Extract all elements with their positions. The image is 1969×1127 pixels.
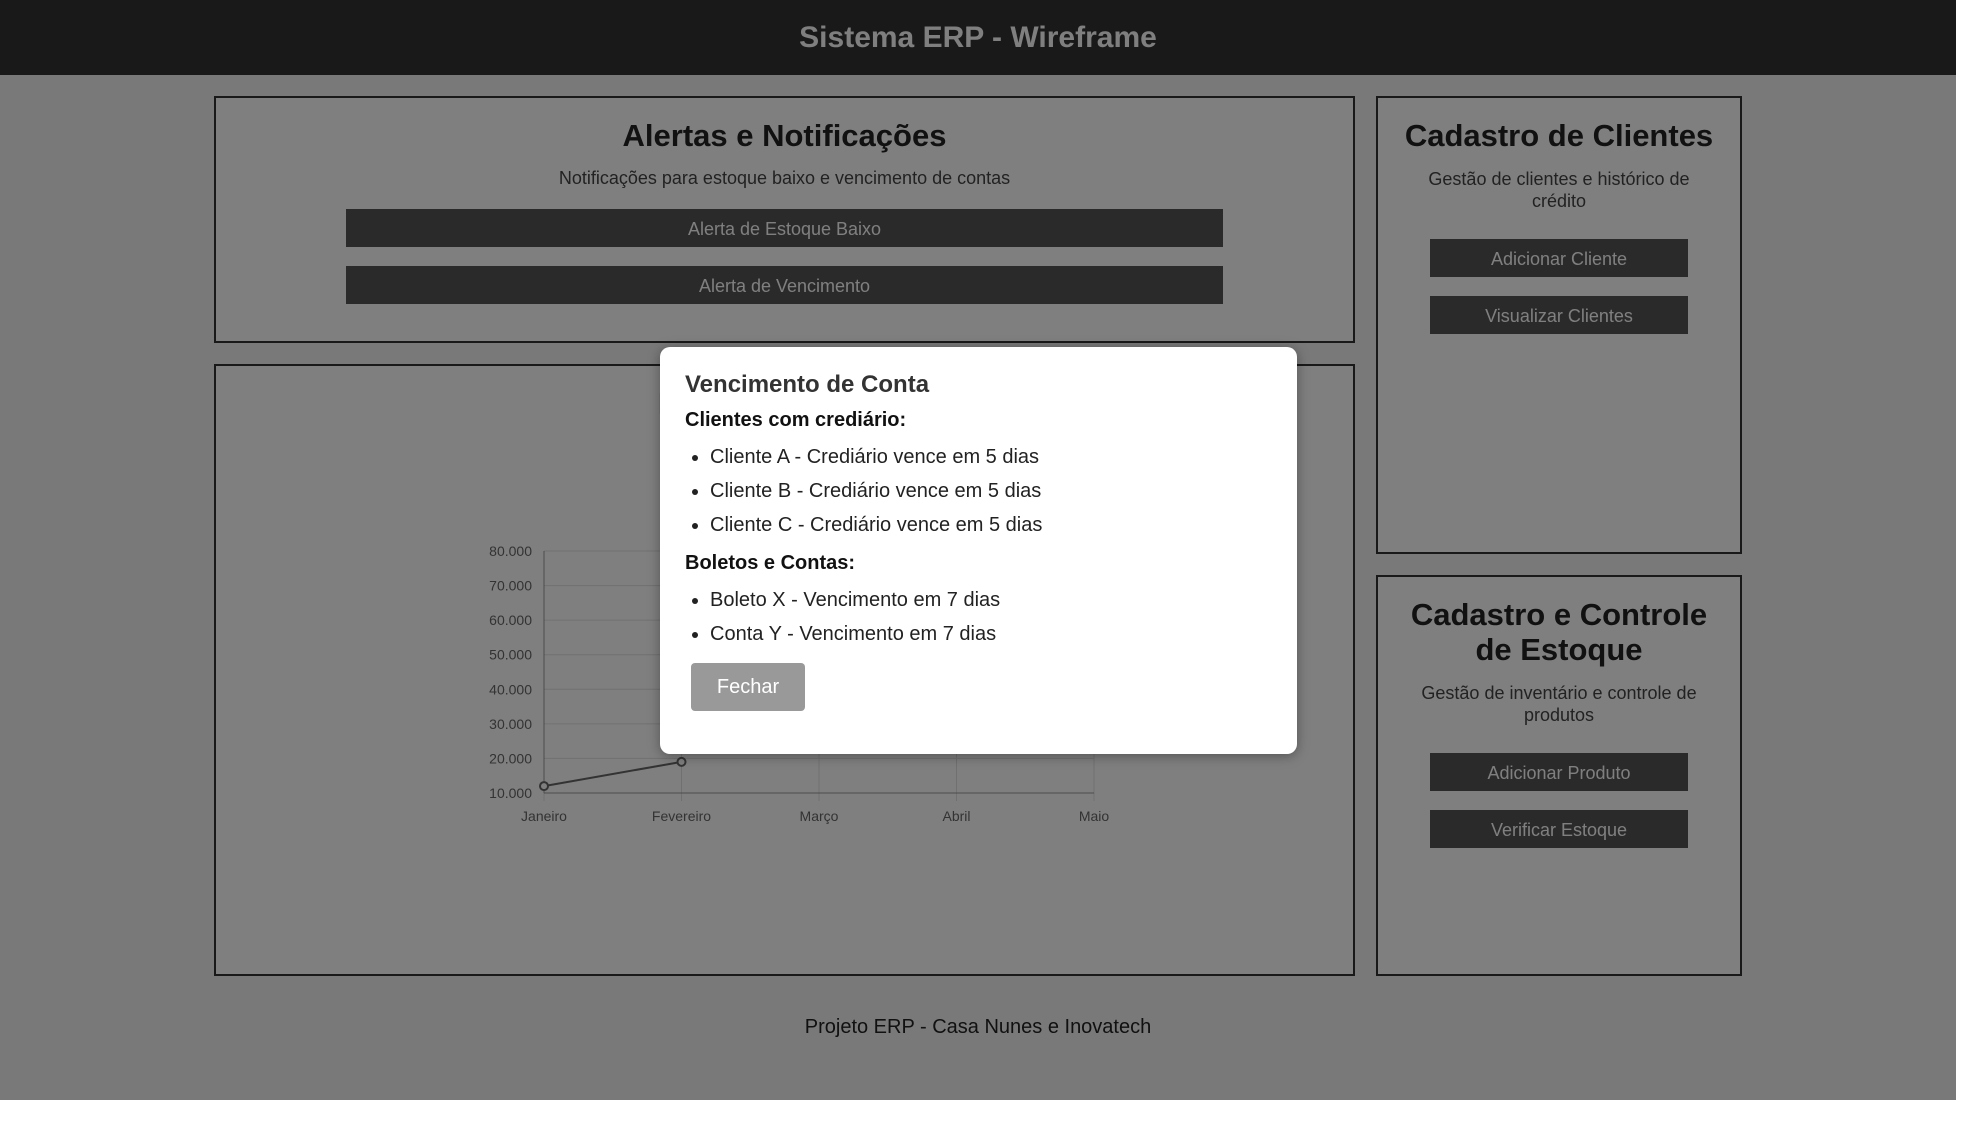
- modal-bills-list: Boleto X - Vencimento em 7 dias Conta Y …: [685, 583, 1272, 651]
- list-item: Cliente B - Crediário vence em 5 dias: [710, 474, 1272, 508]
- due-date-modal: Vencimento de Conta Clientes com crediár…: [660, 347, 1297, 754]
- list-item: Boleto X - Vencimento em 7 dias: [710, 583, 1272, 617]
- modal-title: Vencimento de Conta: [685, 371, 930, 398]
- list-item: Conta Y - Vencimento em 7 dias: [710, 617, 1272, 651]
- modal-bills-heading: Boletos e Contas:: [685, 552, 856, 574]
- list-item: Cliente A - Crediário vence em 5 dias: [710, 440, 1272, 474]
- modal-clients-list: Cliente A - Crediário vence em 5 dias Cl…: [685, 440, 1272, 542]
- modal-clients-heading: Clientes com crediário:: [685, 409, 907, 431]
- list-item: Cliente C - Crediário vence em 5 dias: [710, 508, 1272, 542]
- close-button[interactable]: Fechar: [691, 663, 805, 711]
